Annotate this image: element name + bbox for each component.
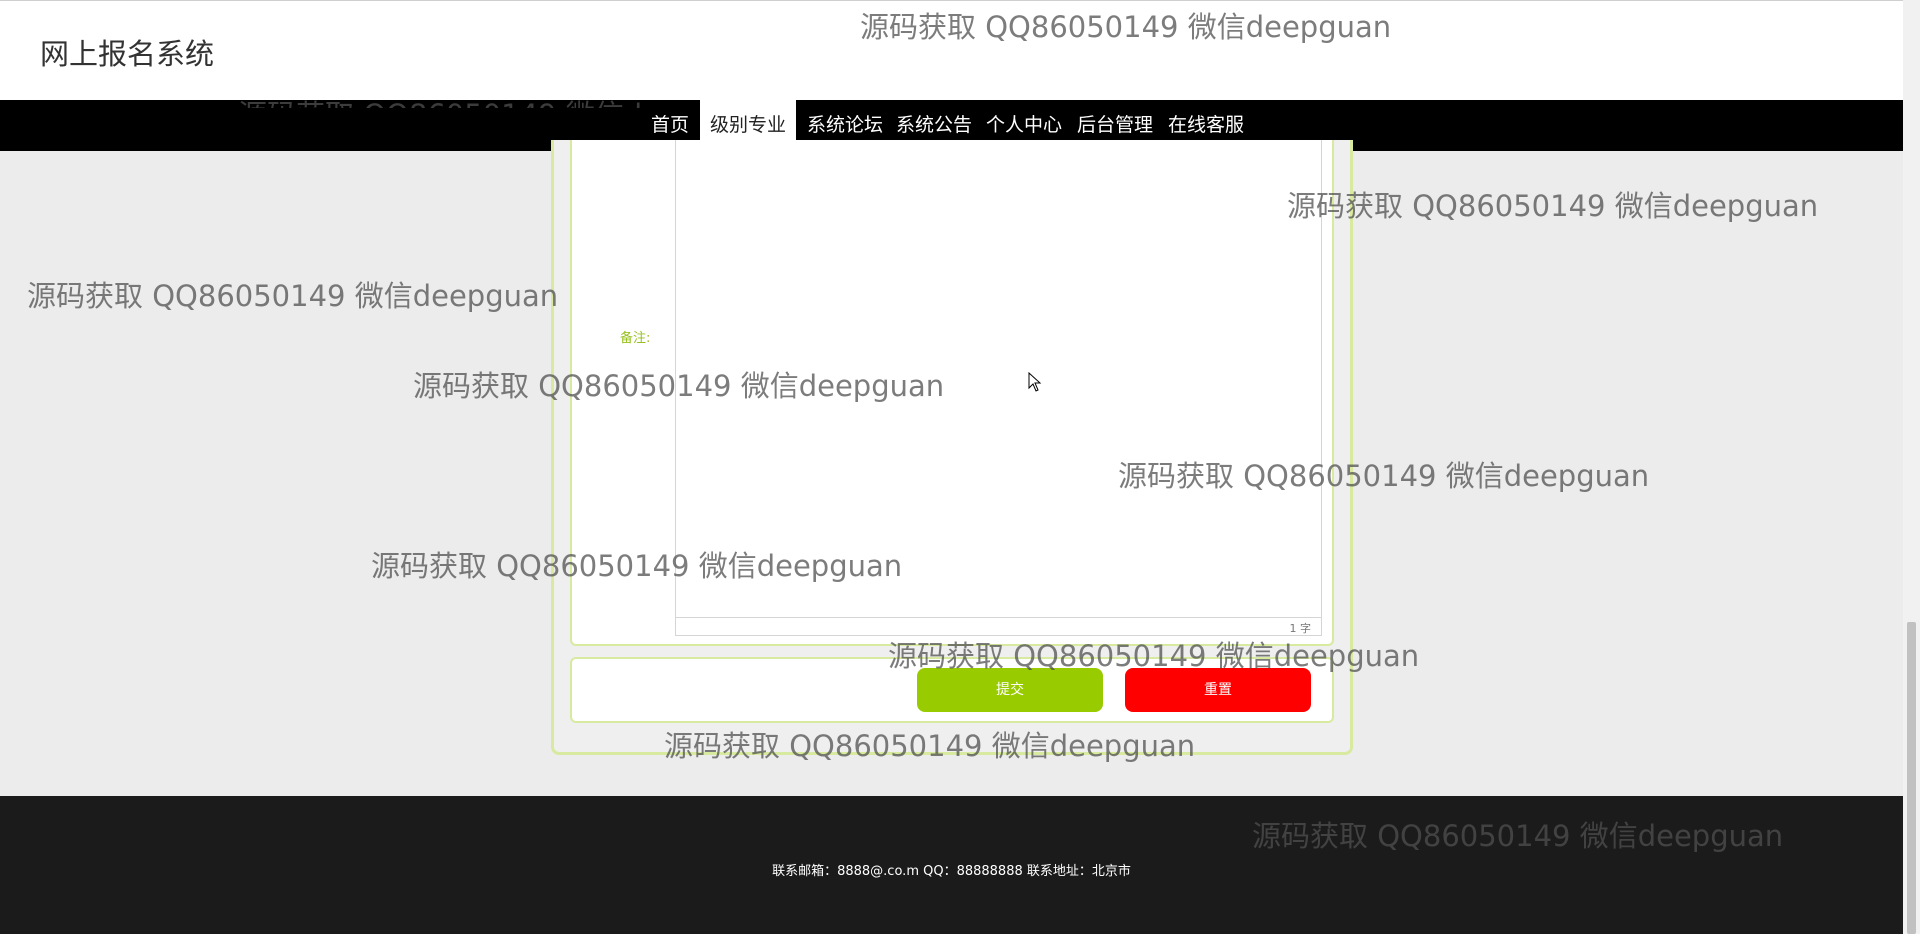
site-title: 网上报名系统: [40, 37, 215, 71]
remark-label: 备注:: [620, 331, 651, 346]
submit-button[interactable]: 提交: [917, 668, 1103, 712]
remark-editor-content[interactable]: [682, 146, 1315, 611]
word-count: 1 字: [1289, 622, 1312, 635]
editor-status-bar: 1 字: [676, 617, 1321, 635]
footer-contact-info: 联系邮箱：8888@.co.m QQ：88888888 联系地址：北京市: [772, 864, 1131, 879]
page-scrollbar[interactable]: [1903, 0, 1920, 934]
reset-button[interactable]: 重置: [1125, 668, 1311, 712]
watermark: 源码获取 QQ86050149 微信deepguan: [1287, 189, 1819, 223]
remark-editor[interactable]: 1 字: [675, 140, 1322, 636]
site-header: 网上报名系统: [0, 0, 1903, 100]
mouse-cursor-icon: [1028, 372, 1042, 392]
site-footer: 联系邮箱：8888@.co.m QQ：88888888 联系地址：北京市: [0, 796, 1903, 934]
scrollbar-thumb[interactable]: [1907, 622, 1916, 934]
watermark: 源码获取 QQ86050149 微信deepguan: [27, 279, 559, 313]
